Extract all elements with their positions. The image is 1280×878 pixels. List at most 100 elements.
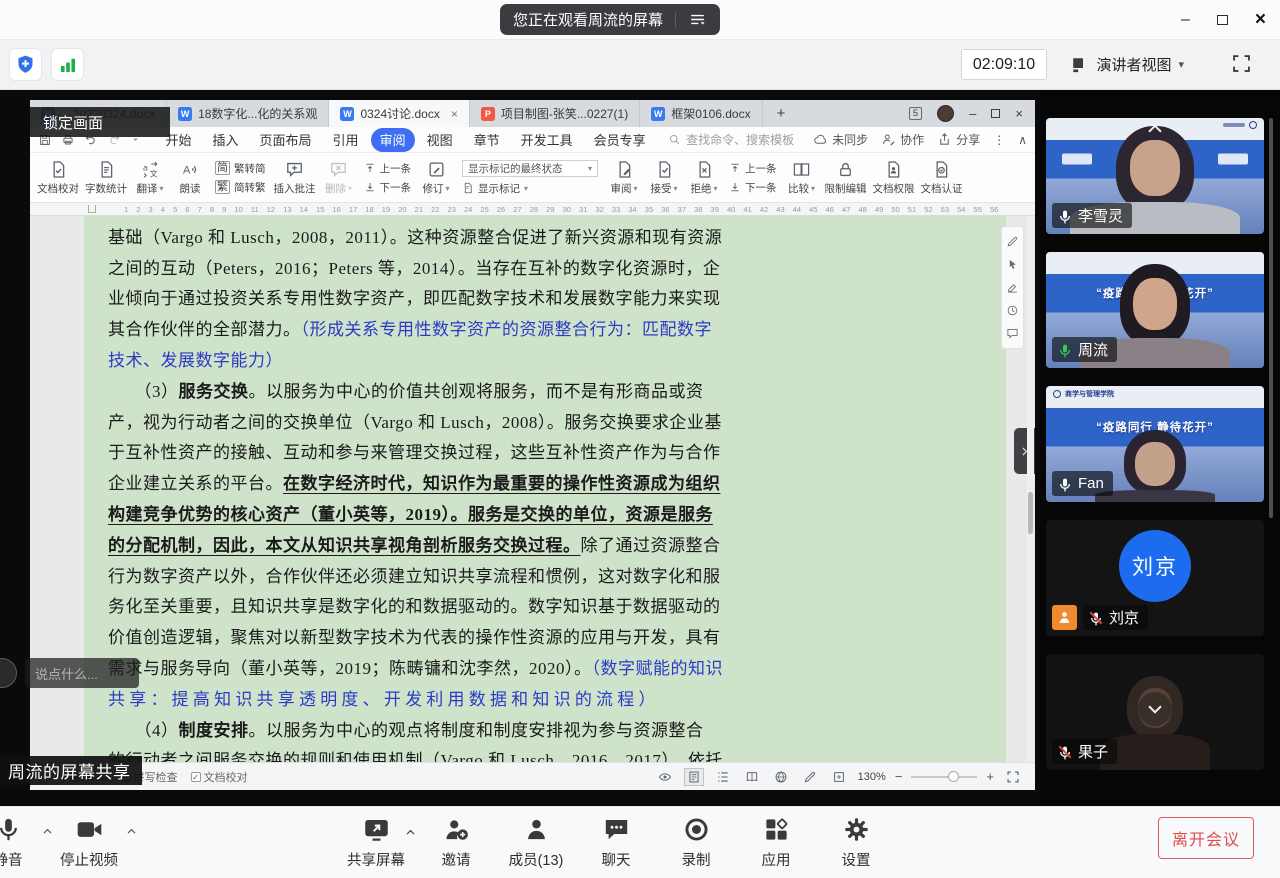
highlighter-tool-icon[interactable]: [1006, 281, 1019, 294]
ribbon-tab[interactable]: 审阅: [371, 128, 415, 152]
lock-view-button[interactable]: 锁定画面: [30, 107, 170, 137]
fit-page-button[interactable]: [829, 768, 849, 786]
participant-tile[interactable]: 李雪灵: [1046, 118, 1264, 234]
markup-state-dropdown[interactable]: 显示标记的最终状态▾: [462, 160, 598, 177]
command-search[interactable]: 查找命令、搜索模板: [668, 131, 794, 148]
fullscreen-button[interactable]: [1231, 53, 1252, 74]
show-markup-button[interactable]: 显示标记▾: [462, 181, 598, 196]
maximize-button[interactable]: [1217, 15, 1228, 25]
participant-tile[interactable]: 商学与管理学院“疫路同行 静待花开”Fan: [1046, 386, 1264, 502]
zoom-slider-knob[interactable]: [948, 771, 959, 782]
ribbon-small-button[interactable]: 繁简转繁: [215, 180, 266, 195]
close-button[interactable]: ×: [1255, 9, 1266, 31]
ribbon-tab[interactable]: 页面布局: [251, 128, 321, 152]
scrollbar-thumb[interactable]: [1028, 492, 1033, 534]
sync-status[interactable]: 未同步: [813, 131, 868, 148]
ribbon-tab[interactable]: 引用: [324, 128, 368, 152]
toolbar-members-button[interactable]: 成员(13): [496, 816, 576, 870]
toolbar-mute-options-button[interactable]: [38, 825, 56, 838]
ribbon-small-button[interactable]: 下一条: [364, 180, 412, 195]
read-view-button[interactable]: [742, 768, 762, 786]
participant-tile[interactable]: 果子: [1046, 654, 1264, 770]
collapse-ribbon-button[interactable]: ∧: [1018, 133, 1027, 147]
leave-meeting-button[interactable]: 离开会议: [1158, 817, 1254, 859]
horizontal-ruler[interactable]: 1234567891011121314151617181920212223242…: [30, 203, 1035, 216]
ribbon-button[interactable]: 比较▾: [782, 154, 822, 201]
wps-restore-button[interactable]: [991, 109, 1000, 118]
ribbon-button[interactable]: 拒绝▾: [684, 154, 724, 201]
banner-menu-icon[interactable]: [688, 10, 707, 29]
toolbar-record-button[interactable]: 录制: [656, 816, 736, 870]
toolbar-stop-video-options-button[interactable]: [122, 825, 140, 838]
collapse-chat-button[interactable]: ‹: [147, 663, 153, 683]
ribbon-small-button[interactable]: 上一条: [729, 161, 777, 176]
ribbon-button[interactable]: 朗读: [170, 154, 210, 201]
ribbon-button[interactable]: 文档认证: [918, 154, 966, 201]
document-page[interactable]: （2）资源整合。以服务为中心的价值共创观将资源整合行为视为价值交换的基础（Var…: [84, 216, 1006, 762]
ribbon-small-button[interactable]: 简繁转简: [215, 161, 266, 176]
ribbon-button[interactable]: 接受▾: [644, 154, 684, 201]
emoji-button[interactable]: [0, 658, 17, 688]
tab-stop-selector[interactable]: [88, 205, 96, 213]
participants-scrollbar[interactable]: [1269, 118, 1273, 518]
ribbon-button[interactable]: 文档校对: [34, 154, 82, 201]
page-view-button[interactable]: [684, 768, 704, 786]
toolbar-apps-button[interactable]: 应用: [736, 816, 816, 870]
ribbon-tab[interactable]: 开发工具: [512, 128, 582, 152]
toolbar-stop-video-button[interactable]: 停止视频: [56, 816, 122, 870]
outline-view-button[interactable]: [713, 768, 733, 786]
ink-view-button[interactable]: [800, 768, 820, 786]
eye-protection-button[interactable]: [655, 768, 675, 786]
minimize-button[interactable]: –: [1181, 11, 1190, 29]
doc-tab[interactable]: W0324讨论.docx×: [329, 100, 469, 127]
ribbon-button[interactable]: 文档权限: [870, 154, 918, 201]
participant-tile[interactable]: 刘京刘京: [1046, 520, 1264, 636]
pen-tool-icon[interactable]: [1006, 235, 1019, 248]
toolbar-settings-button[interactable]: 设置: [816, 816, 896, 870]
toolbar-chat-button[interactable]: 聊天: [576, 816, 656, 870]
security-button[interactable]: [9, 48, 42, 81]
doc-tab[interactable]: P项目制图-张笑...0227(1): [470, 100, 640, 127]
network-quality-button[interactable]: [51, 48, 84, 81]
ribbon-button[interactable]: 修订▾: [416, 154, 456, 201]
history-tool-icon[interactable]: [1006, 304, 1019, 317]
participant-tile[interactable]: “疫路同行 静待花开”周流: [1046, 252, 1264, 368]
tab-list-button[interactable]: 5: [909, 107, 922, 120]
account-avatar[interactable]: [937, 105, 954, 122]
view-mode-button[interactable]: 演讲者视图 ▾: [1065, 49, 1190, 80]
zoom-in-button[interactable]: +: [986, 769, 994, 784]
more-menu-button[interactable]: ⋮: [993, 133, 1005, 147]
collaborate-button[interactable]: 协作: [881, 131, 924, 148]
wps-fullscreen-button[interactable]: [1003, 768, 1023, 786]
ribbon-tab[interactable]: 插入: [204, 128, 248, 152]
proofread-toggle[interactable]: ✓文档校对: [191, 769, 248, 785]
ribbon-button[interactable]: 审阅▾: [604, 154, 644, 201]
ribbon-button[interactable]: 字数统计: [82, 154, 130, 201]
close-tab-icon[interactable]: ×: [451, 107, 458, 121]
doc-tab[interactable]: W框架0106.docx: [640, 100, 762, 127]
doc-tab[interactable]: W18数字化...化的关系观: [167, 100, 329, 127]
zoom-out-button[interactable]: −: [895, 769, 903, 784]
ribbon-tab[interactable]: 视图: [418, 128, 462, 152]
toolbar-share-screen-button[interactable]: 共享屏幕: [336, 816, 416, 870]
ribbon-button[interactable]: 插入批注: [271, 154, 319, 201]
watching-banner[interactable]: 您正在观看周流的屏幕: [500, 4, 720, 35]
chat-input[interactable]: 说点什么...: [25, 658, 139, 688]
document-scrollbar[interactable]: [1027, 216, 1034, 762]
ribbon-tab[interactable]: 章节: [465, 128, 509, 152]
ribbon-button[interactable]: 翻译▾: [130, 154, 170, 201]
share-button[interactable]: 分享: [937, 131, 980, 148]
ribbon-small-button[interactable]: 上一条: [364, 161, 412, 176]
zoom-level[interactable]: 130%: [858, 771, 886, 783]
ribbon-button[interactable]: 限制编辑: [822, 154, 870, 201]
ribbon-tab[interactable]: 会员专享: [585, 128, 655, 152]
scroll-down-indicator[interactable]: [1138, 692, 1172, 726]
toolbar-invite-button[interactable]: 邀请: [416, 816, 496, 870]
zoom-slider[interactable]: [911, 776, 977, 778]
wps-close-button[interactable]: ×: [1015, 106, 1023, 121]
web-view-button[interactable]: [771, 768, 791, 786]
new-document-tab-button[interactable]: +: [763, 100, 800, 127]
toolbar-mute-button[interactable]: 静音: [0, 816, 38, 870]
cursor-tool-icon[interactable]: [1006, 258, 1019, 271]
ribbon-small-button[interactable]: 下一条: [729, 180, 777, 195]
